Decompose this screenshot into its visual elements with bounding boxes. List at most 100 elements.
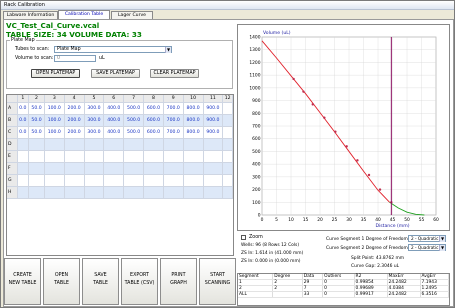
clear-platemap-button[interactable]: CLEAR PLATEMAP: [150, 69, 199, 78]
grid-cell[interactable]: 700.0: [163, 114, 184, 127]
grid-cell[interactable]: [163, 150, 184, 163]
grid-cell[interactable]: [183, 174, 204, 187]
chevron-down-icon[interactable]: ▼: [165, 47, 171, 53]
grid-cell[interactable]: 100.0: [44, 102, 65, 115]
grid-cell[interactable]: [28, 186, 45, 199]
segment2-dof-select[interactable]: 2 - Quadratic ▼: [408, 244, 446, 251]
grid-cell[interactable]: [44, 138, 65, 151]
grid-cell[interactable]: [222, 138, 233, 151]
grid-cell[interactable]: [64, 138, 85, 151]
grid-cell[interactable]: 100.0: [44, 114, 65, 127]
grid-cell[interactable]: [123, 138, 145, 151]
grid-cell[interactable]: 100.0: [44, 126, 65, 139]
grid-cell[interactable]: 0.0: [17, 102, 30, 115]
grid-cell[interactable]: 0.0: [17, 114, 30, 127]
grid-cell[interactable]: [103, 186, 125, 199]
grid-cell[interactable]: 700.0: [163, 126, 184, 139]
grid-cell[interactable]: 900.0: [203, 126, 224, 139]
grid-cell[interactable]: [183, 186, 204, 199]
grid-cell[interactable]: [143, 174, 164, 187]
grid-cell[interactable]: 400.0: [103, 114, 125, 127]
grid-cell[interactable]: [143, 186, 164, 199]
start-scanning-button[interactable]: START SCANNING: [199, 258, 236, 305]
grid-cell[interactable]: [222, 162, 233, 175]
grid-cell[interactable]: 50.0: [28, 114, 45, 127]
open-table-button[interactable]: OPEN TABLE: [43, 258, 80, 305]
grid-cell[interactable]: [28, 162, 45, 175]
grid-cell[interactable]: [44, 174, 65, 187]
grid-cell[interactable]: [103, 138, 125, 151]
grid-cell[interactable]: [163, 174, 184, 187]
grid-cell[interactable]: [64, 174, 85, 187]
grid-cell[interactable]: [143, 150, 164, 163]
grid-cell[interactable]: [203, 138, 224, 151]
grid-cell[interactable]: [64, 150, 85, 163]
grid-cell[interactable]: [84, 174, 105, 187]
grid-cell[interactable]: 0.0: [17, 126, 30, 139]
grid-cell[interactable]: 300.0: [84, 126, 105, 139]
grid-cell[interactable]: 200.0: [64, 102, 85, 115]
grid-cell[interactable]: [183, 162, 204, 175]
grid-cell[interactable]: [28, 138, 45, 151]
grid-cell[interactable]: [28, 174, 45, 187]
grid-cell[interactable]: [64, 162, 85, 175]
grid-cell[interactable]: [183, 138, 204, 151]
grid-cell[interactable]: 300.0: [84, 102, 105, 115]
grid-cell[interactable]: [123, 174, 145, 187]
grid-cell[interactable]: 800.0: [183, 114, 204, 127]
grid-cell[interactable]: [222, 126, 233, 139]
grid-cell[interactable]: [222, 150, 233, 163]
grid-cell[interactable]: [84, 138, 105, 151]
grid-cell[interactable]: [103, 162, 125, 175]
grid-cell[interactable]: 400.0: [103, 102, 125, 115]
segment1-dof-select[interactable]: 2 - Quadratic ▼: [408, 235, 446, 242]
grid-cell[interactable]: [222, 114, 233, 127]
grid-cell[interactable]: [44, 150, 65, 163]
grid-cell[interactable]: [17, 162, 30, 175]
grid-cell[interactable]: [103, 174, 125, 187]
grid-cell[interactable]: 600.0: [143, 114, 164, 127]
grid-cell[interactable]: 400.0: [103, 126, 125, 139]
grid-cell[interactable]: [17, 186, 30, 199]
grid-cell[interactable]: 200.0: [64, 126, 85, 139]
grid-cell[interactable]: 900.0: [203, 102, 224, 115]
grid-cell[interactable]: [222, 102, 233, 115]
volume-to-scan-input[interactable]: 0: [54, 55, 96, 62]
grid-cell[interactable]: [28, 150, 45, 163]
grid-cell[interactable]: [44, 162, 65, 175]
grid-cell[interactable]: [17, 150, 30, 163]
grid-cell[interactable]: 500.0: [123, 114, 145, 127]
chevron-down-icon[interactable]: ▼: [439, 236, 445, 242]
grid-cell[interactable]: [17, 174, 30, 187]
grid-cell[interactable]: [222, 186, 233, 199]
zoom-checkbox[interactable]: [241, 235, 246, 240]
grid-cell[interactable]: [17, 138, 30, 151]
grid-cell[interactable]: [84, 150, 105, 163]
grid-cell[interactable]: 200.0: [64, 114, 85, 127]
grid-cell[interactable]: [143, 162, 164, 175]
grid-cell[interactable]: [84, 186, 105, 199]
grid-cell[interactable]: [203, 186, 224, 199]
grid-cell[interactable]: [84, 162, 105, 175]
grid-cell[interactable]: [163, 162, 184, 175]
grid-cell[interactable]: 50.0: [28, 126, 45, 139]
save-platemap-button[interactable]: SAVE PLATEMAP: [91, 69, 140, 78]
grid-cell[interactable]: 50.0: [28, 102, 45, 115]
grid-cell[interactable]: [123, 186, 145, 199]
grid-cell[interactable]: [103, 150, 125, 163]
tubes-to-scan-select[interactable]: Plate Map ▼: [54, 46, 172, 53]
grid-cell[interactable]: [203, 174, 224, 187]
chevron-down-icon[interactable]: ▼: [439, 245, 445, 251]
grid-cell[interactable]: 300.0: [84, 114, 105, 127]
grid-cell[interactable]: [123, 150, 145, 163]
grid-cell[interactable]: [163, 138, 184, 151]
grid-cell[interactable]: [163, 186, 184, 199]
grid-cell[interactable]: 500.0: [123, 102, 145, 115]
grid-cell[interactable]: [44, 186, 65, 199]
grid-cell[interactable]: 800.0: [183, 126, 204, 139]
save-table-button[interactable]: SAVE TABLE: [82, 258, 119, 305]
grid-cell[interactable]: 800.0: [183, 102, 204, 115]
grid-cell[interactable]: 600.0: [143, 102, 164, 115]
open-platemap-button[interactable]: OPEN PLATEMAP: [31, 69, 80, 78]
grid-cell[interactable]: 700.0: [163, 102, 184, 115]
